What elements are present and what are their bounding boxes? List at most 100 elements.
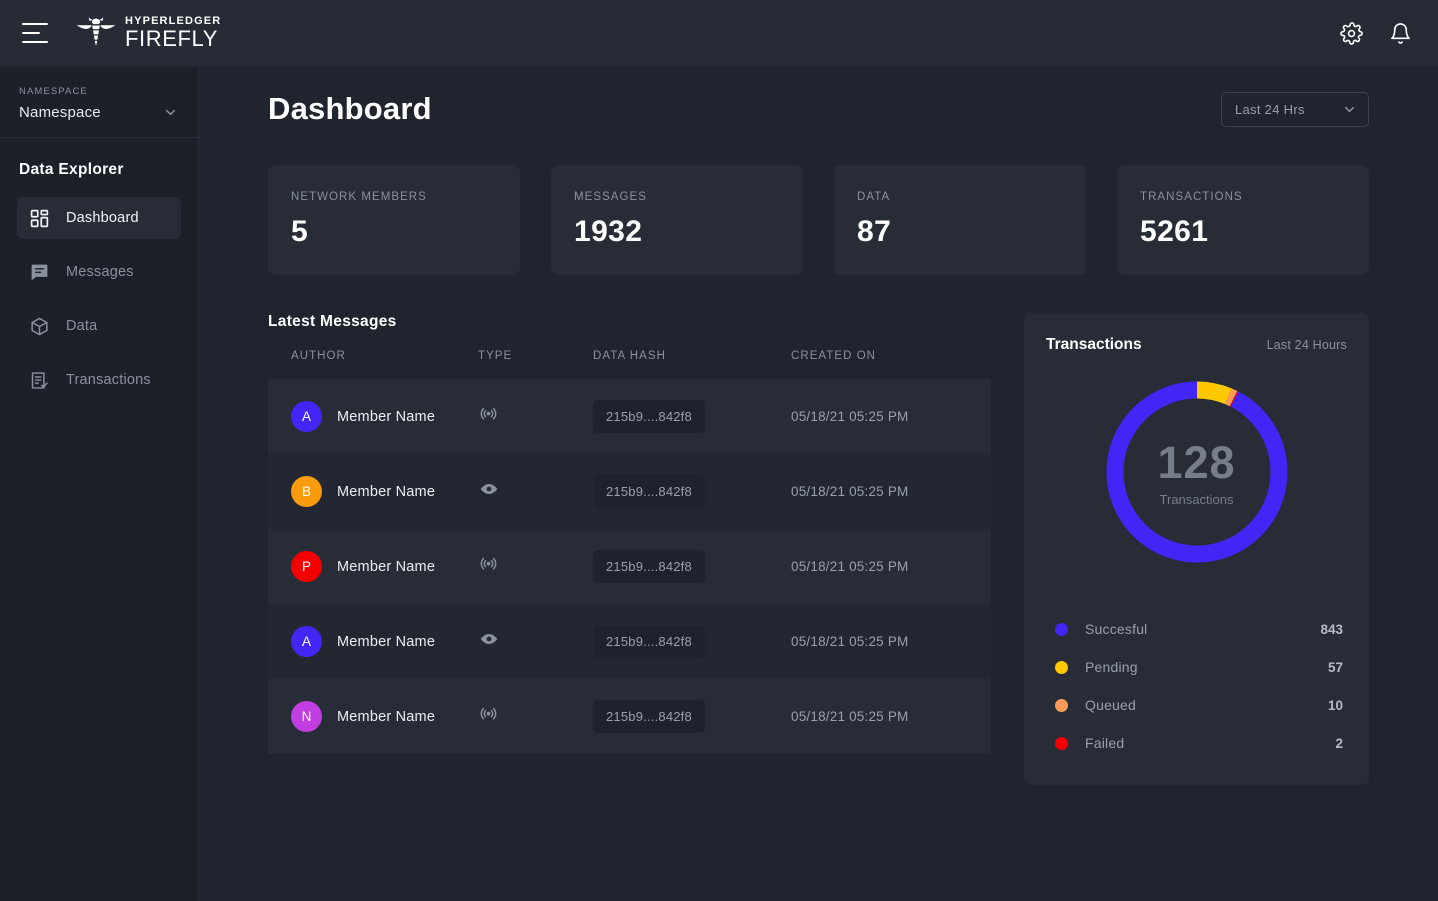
stat-value: 5: [291, 215, 309, 248]
sidebar-item-data[interactable]: Data: [17, 305, 181, 347]
legend-item-queued: Queued 10: [1046, 686, 1347, 724]
dashboard-app: HYPERLEDGER FIREFLY NAMESPACE Namespace …: [0, 0, 1438, 901]
document-check-icon: [28, 369, 50, 391]
legend-value: 2: [1335, 735, 1343, 751]
gear-icon: [1340, 21, 1363, 45]
created-on-text: 05/18/21 05:25 PM: [791, 633, 909, 649]
eye-icon: [480, 633, 498, 645]
stat-cards: NETWORK MEMBERS 5 MESSAGES 1932 DATA 87 …: [268, 165, 1369, 275]
cell-type: [478, 604, 593, 679]
latest-messages-panel: Latest Messages AUTHOR TYPE DATA HASH CR…: [268, 313, 991, 785]
created-on-text: 05/18/21 05:25 PM: [791, 483, 909, 499]
donut-svg: [1106, 381, 1287, 563]
legend-dot: [1055, 660, 1068, 674]
created-on-text: 05/18/21 05:25 PM: [791, 408, 909, 424]
broadcast-icon: [480, 707, 497, 719]
cell-data-hash: 215b9....842f8: [593, 529, 791, 604]
legend-value: 10: [1327, 697, 1343, 713]
sidebar-item-messages[interactable]: Messages: [17, 251, 181, 293]
cube-icon: [28, 315, 50, 337]
created-on-text: 05/18/21 05:25 PM: [791, 708, 909, 724]
hamburger-line: [22, 41, 48, 43]
cell-data-hash: 215b9....842f8: [593, 604, 791, 679]
legend-dot: [1055, 736, 1068, 750]
cell-created-on: 05/18/21 05:25 PM: [791, 679, 991, 754]
namespace-selector[interactable]: NAMESPACE Namespace: [0, 66, 198, 138]
table-row[interactable]: A Member Name 215b9....842f8 05/18/21 05…: [268, 604, 991, 679]
column-header-data-hash: DATA HASH: [593, 350, 666, 362]
stat-label: NETWORK MEMBERS: [291, 191, 427, 203]
transactions-card-subtitle: Last 24 Hours: [1266, 338, 1347, 352]
main-header: Dashboard Last 24 Hrs: [268, 88, 1369, 130]
hash-chip[interactable]: 215b9....842f8: [593, 625, 705, 658]
table-row[interactable]: B Member Name 215b9....842f8 05/18/21 05…: [268, 454, 991, 529]
sidebar-nav: Dashboard Messages Data Transactions: [0, 197, 198, 401]
hash-chip[interactable]: 215b9....842f8: [593, 550, 705, 583]
stat-card-messages[interactable]: MESSAGES 1932: [551, 165, 803, 275]
top-bar: HYPERLEDGER FIREFLY: [0, 0, 1438, 66]
legend-dot: [1055, 622, 1068, 636]
cell-type: [478, 679, 593, 754]
cell-type: [478, 529, 593, 604]
sidebar-item-transactions[interactable]: Transactions: [17, 359, 181, 401]
avatar: N: [291, 701, 322, 732]
sidebar-item-label: Data: [66, 318, 98, 334]
time-range-value: Last 24 Hrs: [1235, 101, 1305, 117]
namespace-label: NAMESPACE: [19, 86, 88, 97]
settings-button[interactable]: [1340, 21, 1363, 45]
table-row[interactable]: P Member Name 215b9....842f8 05/18/21 05…: [268, 529, 991, 604]
hash-chip[interactable]: 215b9....842f8: [593, 700, 705, 733]
cell-type: [478, 454, 593, 529]
table-row[interactable]: N Member Name 215b9....842f8 05/18/21 05…: [268, 679, 991, 754]
broadcast-icon: [480, 557, 497, 569]
hamburger-line: [22, 23, 48, 25]
column-header-created-on: CREATED ON: [791, 350, 877, 362]
stat-label: MESSAGES: [574, 191, 647, 203]
bell-icon: [1391, 22, 1410, 44]
cell-data-hash: 215b9....842f8: [593, 454, 791, 529]
legend-label: Failed: [1085, 735, 1125, 751]
cell-author: N Member Name: [268, 679, 478, 754]
stat-value: 5261: [1140, 215, 1209, 248]
page-title: Dashboard: [268, 91, 432, 126]
chevron-down-icon: [1345, 106, 1354, 112]
hash-chip[interactable]: 215b9....842f8: [593, 400, 705, 433]
table-row[interactable]: A Member Name 215b9....842f8 05/18/21 05…: [268, 379, 991, 454]
legend-item-succesful: Succesful 843: [1046, 610, 1347, 648]
legend-item-failed: Failed 2: [1046, 724, 1347, 762]
firefly-mark-icon: [76, 17, 116, 46]
legend-label: Pending: [1085, 659, 1138, 675]
sidebar: NAMESPACE Namespace Data Explorer Dashbo…: [0, 66, 199, 901]
sidebar-item-dashboard[interactable]: Dashboard: [17, 197, 181, 239]
hash-chip[interactable]: 215b9....842f8: [593, 475, 705, 508]
avatar: A: [291, 626, 322, 657]
stat-card-network-members[interactable]: NETWORK MEMBERS 5: [268, 165, 520, 275]
time-range-select[interactable]: Last 24 Hrs: [1221, 91, 1369, 127]
author-name: Member Name: [337, 633, 436, 650]
transactions-card-header: Transactions Last 24 Hours: [1046, 336, 1347, 354]
cell-created-on: 05/18/21 05:25 PM: [791, 604, 991, 679]
eye-icon: [480, 483, 498, 495]
legend-value: 843: [1320, 621, 1343, 637]
legend-dot: [1055, 698, 1068, 712]
legend-label: Queued: [1085, 697, 1137, 713]
cell-created-on: 05/18/21 05:25 PM: [791, 379, 991, 454]
column-header-type: TYPE: [478, 350, 513, 362]
latest-messages-table: AUTHOR TYPE DATA HASH CREATED ON A Membe…: [268, 350, 991, 754]
hamburger-menu-icon[interactable]: [22, 23, 48, 43]
created-on-text: 05/18/21 05:25 PM: [791, 558, 909, 574]
transactions-donut-chart: 128 Transactions: [1046, 372, 1347, 572]
message-icon: [28, 261, 50, 283]
stat-card-transactions[interactable]: TRANSACTIONS 5261: [1117, 165, 1369, 275]
author-name: Member Name: [337, 408, 436, 425]
cell-data-hash: 215b9....842f8: [593, 379, 791, 454]
avatar: P: [291, 551, 322, 582]
cell-author: B Member Name: [268, 454, 478, 529]
stat-card-data[interactable]: DATA 87: [834, 165, 1086, 275]
brand-logo[interactable]: HYPERLEDGER FIREFLY: [75, 16, 221, 50]
notifications-button[interactable]: [1389, 22, 1412, 45]
donut-segment-queued: [1224, 388, 1237, 407]
avatar: A: [291, 401, 322, 432]
main-content: Dashboard Last 24 Hrs NETWORK MEMBERS 5 …: [199, 66, 1438, 901]
author-name: Member Name: [337, 558, 436, 575]
